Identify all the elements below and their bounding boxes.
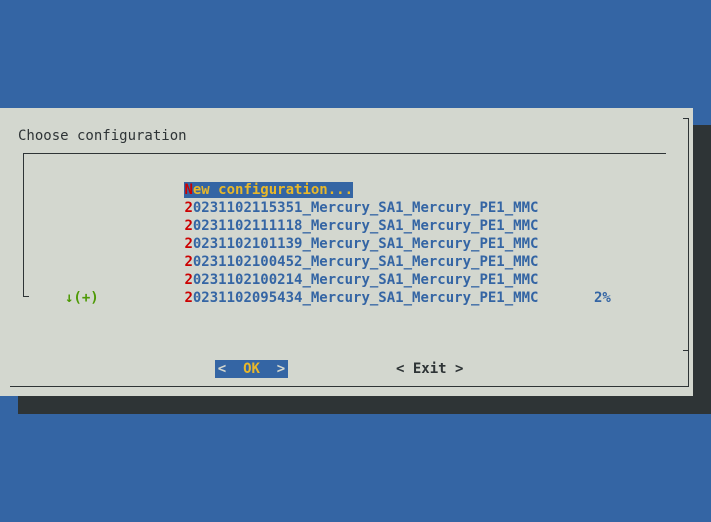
- terminal-screen: Choose configuration New configuration..…: [0, 0, 711, 522]
- menu-item-hotkey: 2: [184, 200, 193, 216]
- ok-button[interactable]: < OK >: [215, 360, 288, 378]
- menu-item-label: 0231102100214_Mercury_SA1_Mercury_PE1_MM…: [192, 272, 539, 288]
- ok-button-left-bracket: <: [217, 361, 227, 377]
- menu-item-label: 0231102095434_Mercury_SA1_Mercury_PE1_MM…: [192, 290, 539, 306]
- menu-item-hotkey: 2: [184, 272, 193, 288]
- menu-frame-bottom-left-tick: [23, 296, 29, 297]
- menu-frame-top: [23, 153, 666, 154]
- ok-button-right-bracket: >: [276, 361, 286, 377]
- dialog-frame-right: [688, 118, 689, 386]
- menu-item-hotkey: 2: [184, 290, 193, 306]
- dialog-frame-top-right-tick: [683, 118, 689, 119]
- menu-item-label: 0231102101139_Mercury_SA1_Mercury_PE1_MM…: [192, 236, 539, 252]
- menu-item-label: ew configuration...: [192, 182, 354, 198]
- dialog-title: Choose configuration: [18, 128, 187, 144]
- menu-item-hotkey: 2: [184, 236, 193, 252]
- choose-configuration-dialog: Choose configuration New configuration..…: [0, 108, 693, 396]
- exit-button[interactable]: < Exit >: [396, 360, 463, 378]
- menu-item-label: 0231102111118_Mercury_SA1_Mercury_PE1_MM…: [192, 218, 539, 234]
- menu-item-new-configuration[interactable]: New configuration...: [117, 163, 537, 198]
- menu-item-hotkey: 2: [184, 218, 193, 234]
- dialog-frame-bottom: [10, 386, 689, 387]
- menu-item-label: 0231102100452_Mercury_SA1_Mercury_PE1_MM…: [192, 254, 539, 270]
- menu-frame-left: [23, 153, 24, 296]
- menu-item-hotkey: N: [184, 182, 193, 198]
- menu-frame-right-tick: [683, 350, 689, 351]
- scroll-percent: 2%: [594, 290, 611, 306]
- menu-item-hotkey: 2: [184, 254, 193, 270]
- menu-item-label: 0231102115351_Mercury_SA1_Mercury_PE1_MM…: [192, 200, 539, 216]
- ok-button-label: OK: [243, 361, 260, 377]
- configuration-list: New configuration... 20231102115351_Merc…: [117, 163, 539, 306]
- scroll-down-indicator: ↓(+): [65, 290, 99, 306]
